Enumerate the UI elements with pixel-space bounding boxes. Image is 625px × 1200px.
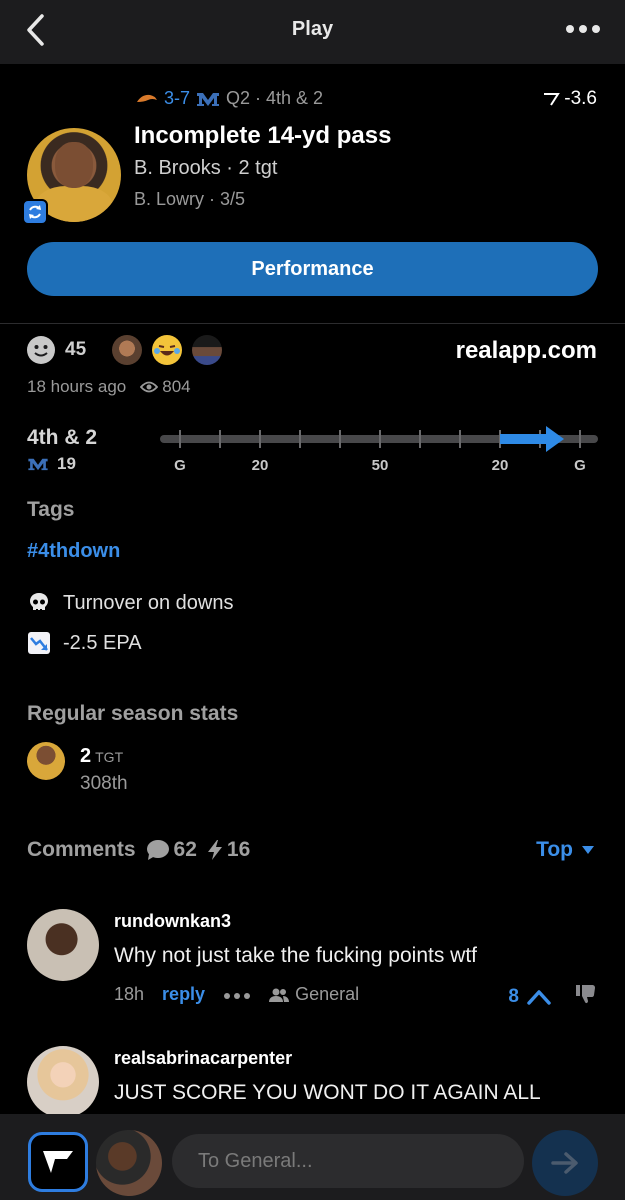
season-player-avatar: [27, 742, 65, 780]
spread-icon: [544, 93, 561, 106]
sort-label: Top: [536, 838, 573, 861]
comment-username[interactable]: rundownkan3: [114, 911, 231, 932]
note-epa: -2.5 EPA: [27, 631, 142, 655]
view-count: 804: [162, 377, 191, 396]
thumbs-down-icon: [576, 985, 595, 1004]
note-turnover: Turnover on downs: [27, 591, 233, 615]
chevron-up-icon: [527, 990, 551, 1005]
season-rank: 308th: [80, 773, 128, 794]
page-title: Play: [291, 18, 334, 40]
game-score[interactable]: 3-7 Q2 · 4th & 2: [136, 88, 323, 109]
laughing-emoji-icon[interactable]: [152, 335, 183, 365]
views: 804: [140, 377, 191, 397]
ellipsis-icon: [566, 25, 600, 33]
comment-count-value: 62: [173, 838, 197, 861]
reaction-count: 45: [65, 339, 87, 360]
meme-reaction-icon[interactable]: [112, 335, 143, 365]
skull-icon: [30, 593, 48, 612]
odds-indicator: -3.6: [542, 88, 597, 110]
field-label-20-right: 20: [492, 457, 509, 474]
ellipsis-icon: [224, 993, 251, 999]
app-logo-button[interactable]: [28, 1132, 88, 1192]
score-value: 3-7: [164, 88, 191, 108]
season-stat-unit: TGT: [95, 749, 124, 765]
reply-button[interactable]: reply: [162, 984, 205, 1005]
speech-bubble-icon: [146, 840, 169, 860]
odds-value: -3.6: [564, 88, 597, 109]
source-domain-link[interactable]: realapp.com: [456, 337, 597, 365]
dislike-button[interactable]: [575, 984, 597, 1010]
more-button[interactable]: [565, 18, 601, 38]
vote-count: 8: [508, 986, 519, 1007]
field-label-g-left: G: [174, 457, 186, 474]
field-label-g-right: G: [574, 457, 586, 474]
app-logo-icon: [43, 1151, 73, 1173]
send-button[interactable]: [532, 1130, 598, 1196]
michigan-logo-icon: [28, 458, 48, 471]
user-avatar[interactable]: [96, 1130, 162, 1196]
refresh-icon: [29, 205, 41, 219]
season-stat: 2 TGT: [80, 745, 123, 768]
arrow-right-icon: [551, 1152, 578, 1174]
caret-down-icon: [582, 846, 594, 854]
broncos-logo-icon: [137, 94, 157, 102]
comment-count: 62: [146, 838, 197, 862]
field-team: 19: [27, 454, 76, 474]
comment-input[interactable]: [172, 1134, 524, 1188]
down-distance: 4th & 2: [27, 426, 98, 449]
comment-avatar[interactable]: [27, 909, 99, 981]
people-icon: [269, 988, 290, 1002]
lightning-icon: [207, 840, 222, 860]
smiley-reaction-icon[interactable]: [27, 336, 55, 364]
passer-line[interactable]: B. Lowry · 3/5: [134, 189, 245, 210]
comment-channel[interactable]: General: [269, 984, 359, 1005]
comment-votes: 8: [508, 984, 597, 1010]
tag-link[interactable]: #4thdown: [27, 540, 120, 563]
time-ago: 18 hours ago: [27, 377, 127, 396]
comment-more-button[interactable]: [223, 984, 251, 1005]
comment-avatar[interactable]: [27, 1046, 99, 1118]
play-title: Incomplete 14-yd pass: [134, 122, 392, 149]
comments-header: Comments 62 16: [27, 838, 250, 862]
comments-heading: Comments: [27, 838, 136, 861]
sync-badge: [22, 199, 48, 225]
comment-actions: 18h reply General: [114, 984, 359, 1005]
season-stat-value: 2: [80, 745, 92, 767]
chart-down-icon: [28, 632, 50, 654]
field-label-20-left: 20: [252, 457, 269, 474]
divider: [0, 323, 625, 324]
boost-count-value: 16: [226, 838, 251, 861]
sort-dropdown[interactable]: Top: [536, 838, 595, 862]
cowboy-reaction-icon[interactable]: [192, 335, 223, 365]
tags-heading: Tags: [27, 498, 75, 521]
eye-icon: [140, 381, 159, 393]
yard-line: 19: [57, 454, 76, 473]
meta-row: 18 hours ago 804: [27, 377, 191, 397]
reactions-row[interactable]: 45: [27, 335, 223, 365]
note-text: -2.5 EPA: [63, 631, 142, 654]
season-heading: Regular season stats: [27, 702, 239, 725]
field-label-50: 50: [372, 457, 389, 474]
comment-time: 18h: [114, 984, 145, 1004]
michigan-logo-icon: [197, 92, 220, 106]
receiver-line[interactable]: B. Brooks · 2 tgt: [134, 157, 277, 180]
channel-label: General: [295, 984, 360, 1004]
comment-username[interactable]: realsabrinacarpenter: [114, 1048, 292, 1069]
upvote-button[interactable]: 8: [508, 986, 551, 1008]
comment-text: Why not just take the fucking points wtf: [114, 944, 478, 967]
field-position-bar: G 20 50 20 G: [160, 420, 600, 480]
performance-button[interactable]: Performance: [27, 242, 598, 296]
comment-text: JUST SCORE YOU WONT DO IT AGAIN ALL: [114, 1081, 541, 1104]
note-text: Turnover on downs: [63, 591, 234, 614]
quarter-down: Q2 · 4th & 2: [226, 88, 324, 108]
boost-count: 16: [207, 838, 250, 862]
